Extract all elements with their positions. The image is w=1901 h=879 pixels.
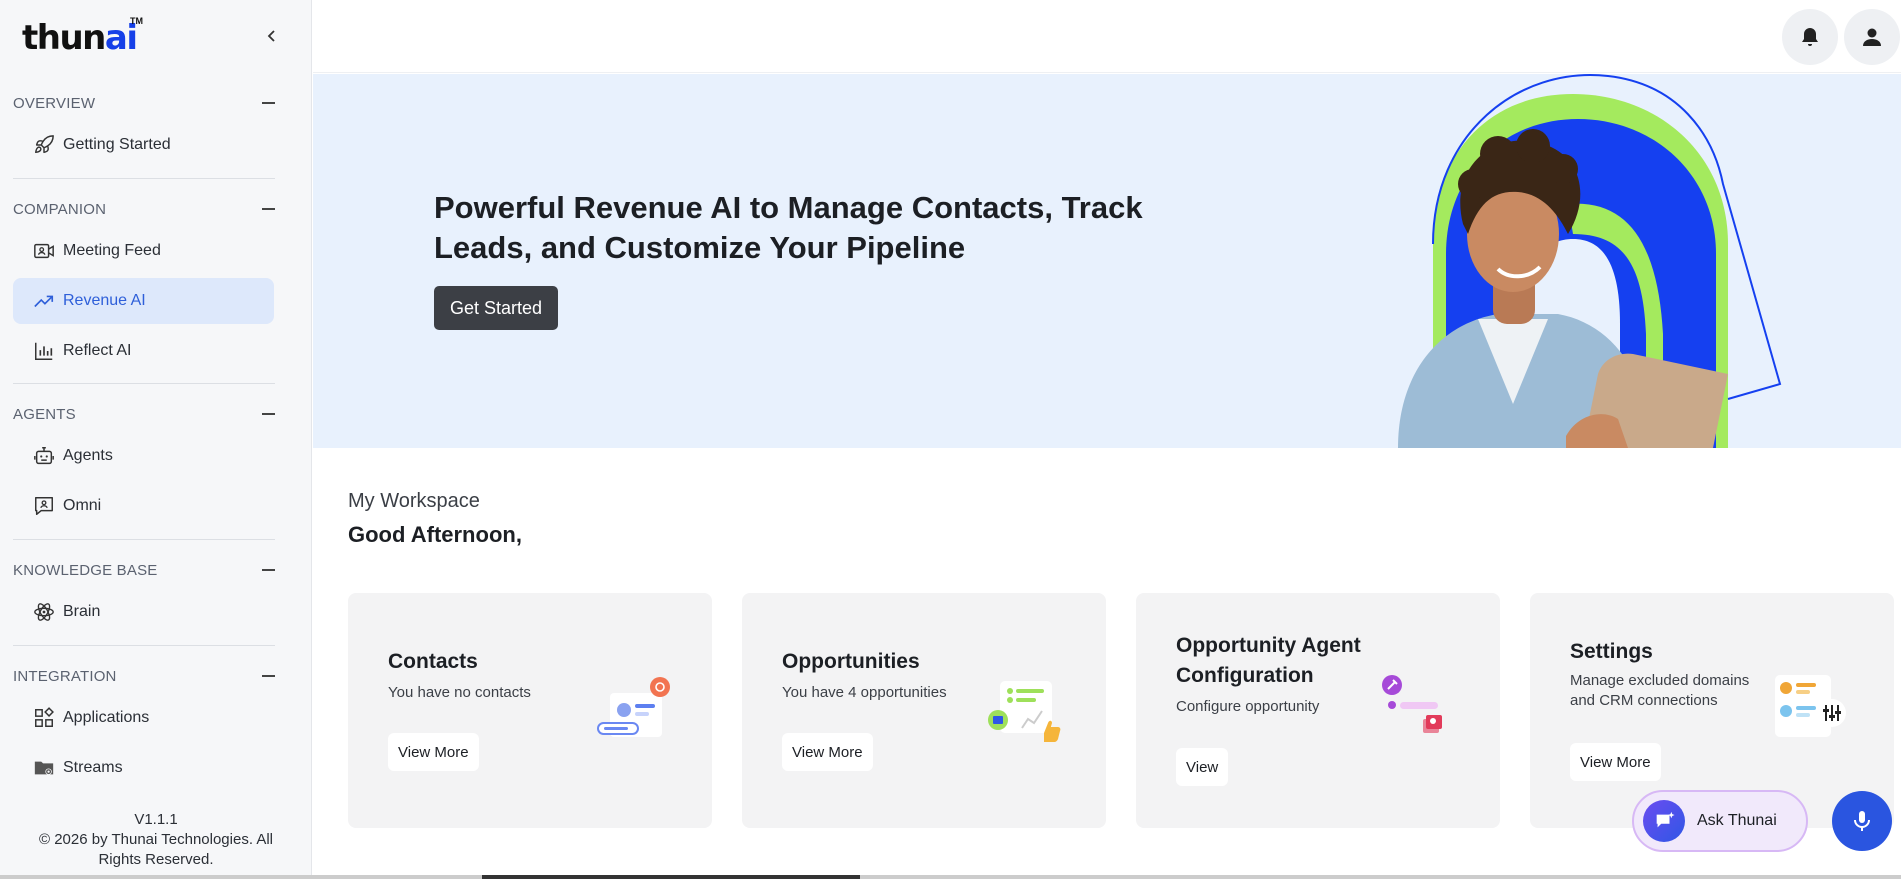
microphone-icon (1854, 811, 1870, 831)
contacts-view-more-button[interactable]: View More (388, 733, 479, 771)
configuration-view-button[interactable]: View (1176, 748, 1229, 786)
sidebar-item-getting-started[interactable]: Getting Started (13, 122, 274, 168)
rocket-icon (32, 133, 56, 157)
section-knowledge-base: KNOWLEDGE BASE (13, 560, 275, 580)
card-title: Settings (1570, 640, 1653, 663)
user-profile-button[interactable] (1844, 9, 1900, 65)
settings-view-more-button[interactable]: View More (1570, 743, 1661, 781)
sidebar-item-revenue-ai[interactable]: Revenue AI (13, 278, 274, 324)
section-companion: COMPANION (13, 199, 275, 219)
sidebar-item-agents[interactable]: Agents (13, 433, 274, 479)
settings-illustration-icon (1775, 675, 1846, 737)
contacts-card[interactable]: Contacts You have no contacts View More (348, 593, 712, 828)
robot-icon (32, 444, 56, 468)
collapse-sidebar-button[interactable] (262, 26, 282, 46)
divider (13, 645, 275, 646)
sidebar-item-applications[interactable]: Applications (13, 695, 274, 741)
contacts-illustration-icon (597, 677, 670, 737)
opportunities-illustration-icon (988, 681, 1061, 742)
chat-person-icon (32, 494, 56, 518)
collapse-companion-toggle[interactable] (261, 202, 275, 216)
get-started-button[interactable]: Get Started (434, 286, 558, 330)
divider (13, 178, 275, 179)
card-description: You have 4 opportunities (782, 684, 947, 701)
collapse-integration-toggle[interactable] (261, 669, 275, 683)
collapse-overview-toggle[interactable] (261, 96, 275, 110)
sidebar-footer: V1.1.1 © 2026 by Thunai Technologies. Al… (0, 810, 312, 870)
video-card-icon (32, 239, 56, 263)
card-description: You have no contacts (388, 684, 531, 701)
divider (13, 383, 275, 384)
card-title: Opportunities (782, 650, 920, 673)
sidebar-item-meeting-feed[interactable]: Meeting Feed (13, 228, 274, 274)
folder-gear-icon (32, 756, 56, 780)
bell-icon (1802, 28, 1818, 46)
user-icon (1863, 28, 1881, 46)
section-integration: INTEGRATION (13, 666, 275, 686)
hero-banner: Powerful Revenue AI to Manage Contacts, … (313, 74, 1901, 448)
opportunity-agent-configuration-card[interactable]: Opportunity Agent Configuration Configur… (1136, 593, 1500, 828)
agent-configuration-illustration-icon (1382, 675, 1442, 733)
ask-thunai-label: Ask Thunai (1697, 812, 1777, 829)
chevron-left-icon (267, 30, 275, 42)
opportunities-card[interactable]: Opportunities You have 4 opportunities V… (742, 593, 1106, 828)
section-overview: OVERVIEW (13, 93, 275, 113)
hero-person-illustration (1398, 74, 1782, 448)
apps-grid-icon (32, 706, 56, 730)
collapse-knowledge-base-toggle[interactable] (261, 563, 275, 577)
version-label: V1.1.1 (134, 811, 178, 828)
card-title: Opportunity Agent Configuration (1176, 634, 1361, 687)
sidebar-item-omni[interactable]: Omni (13, 483, 274, 529)
sidebar-item-streams[interactable]: Streams (13, 745, 274, 791)
atom-icon (32, 600, 56, 624)
thunai-logo[interactable]: thunai TM (22, 16, 148, 62)
trending-up-icon (32, 289, 56, 313)
sidebar-item-brain[interactable]: Brain (13, 589, 274, 635)
bar-chart-icon (32, 339, 56, 363)
scrollbar-thumb[interactable] (482, 875, 860, 879)
top-bar (313, 0, 1901, 73)
collapse-agents-toggle[interactable] (261, 407, 275, 421)
divider (13, 539, 275, 540)
card-description: Manage excluded domains and CRM connecti… (1570, 672, 1750, 709)
voice-input-button[interactable] (1832, 791, 1892, 851)
workspace-subtitle: My Workspace (348, 490, 480, 512)
card-description: Configure opportunity (1176, 698, 1320, 715)
horizontal-scrollbar[interactable] (0, 875, 1901, 879)
copyright-line-1: © 2026 by Thunai Technologies. All (39, 831, 273, 848)
hero-title: Powerful Revenue AI to Manage Contacts, … (434, 190, 1143, 265)
opportunities-view-more-button[interactable]: View More (782, 733, 873, 771)
card-title: Contacts (388, 650, 478, 673)
greeting-heading: Good Afternoon, (348, 522, 522, 547)
sidebar: thunai TM OVERVIEW Getting Started COMPA… (0, 0, 312, 879)
ask-thunai-button[interactable]: Ask Thunai (1632, 790, 1808, 852)
section-agents: AGENTS (13, 404, 275, 424)
sidebar-item-reflect-ai[interactable]: Reflect AI (13, 328, 274, 374)
copyright-line-2: Rights Reserved. (98, 851, 214, 868)
chat-sparkle-icon (1643, 800, 1685, 842)
notifications-button[interactable] (1782, 9, 1838, 65)
